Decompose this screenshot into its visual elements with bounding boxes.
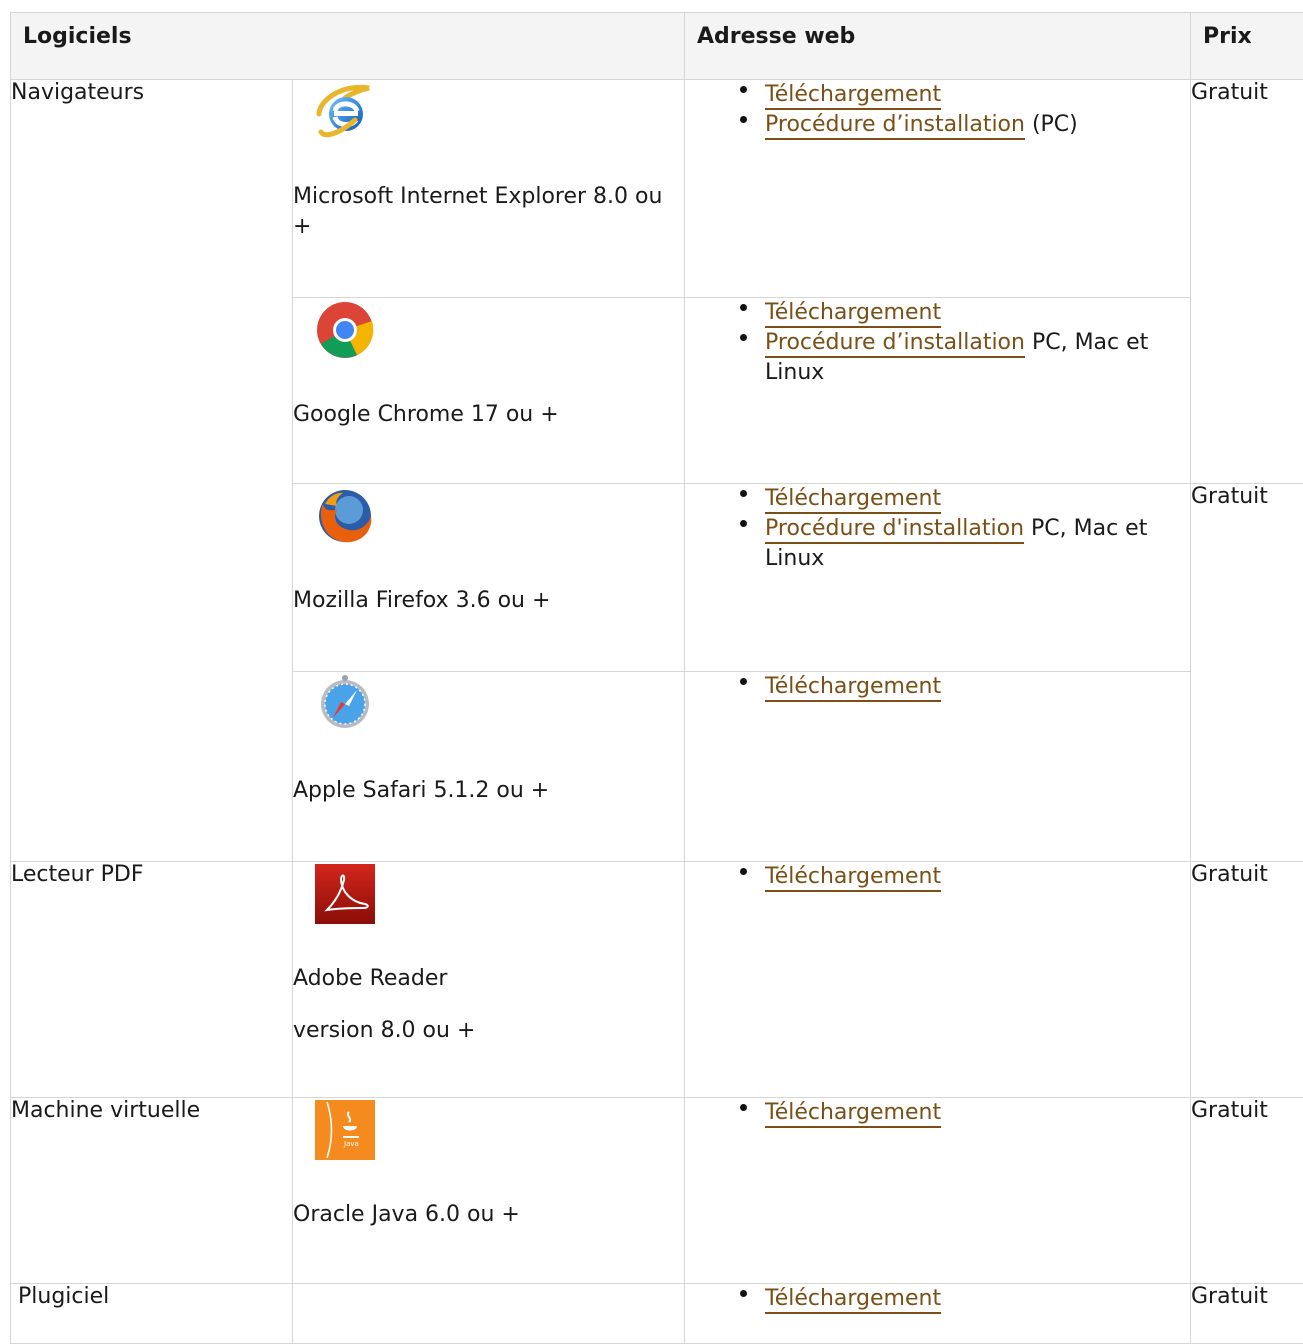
list-item: Téléchargement bbox=[685, 862, 1190, 892]
list-item: Procédure d'installation PC, Mac et Linu… bbox=[685, 514, 1190, 574]
links-cell-adobe: Téléchargement bbox=[685, 862, 1191, 1098]
list-item: Téléchargement bbox=[685, 80, 1190, 110]
list-item: Téléchargement bbox=[685, 298, 1190, 328]
software-cell-safari: Apple Safari 5.1.2 ou + bbox=[293, 672, 685, 862]
bullet-icon bbox=[740, 490, 747, 497]
links-cell-chrome: Téléchargement Procédure d’installation … bbox=[685, 298, 1191, 484]
links-cell-ie: Téléchargement Procédure d’installation … bbox=[685, 80, 1191, 298]
svg-text:Java: Java bbox=[343, 1140, 359, 1148]
download-link-ie[interactable]: Téléchargement bbox=[765, 82, 941, 110]
internet-explorer-icon bbox=[313, 80, 377, 144]
bullet-icon bbox=[740, 1104, 747, 1111]
table-row: Navigateurs Microsoft Internet Explorer … bbox=[11, 80, 1303, 298]
software-cell-java: Java Oracle Java 6.0 ou + bbox=[293, 1098, 685, 1284]
bullet-icon bbox=[740, 1290, 747, 1297]
table-row: Machine virtuelle Java Oracle Java 6.0 o… bbox=[11, 1098, 1303, 1284]
table-row: Plugiciel Téléchargement Gratuit bbox=[11, 1284, 1303, 1344]
bullet-icon bbox=[740, 116, 747, 123]
table-header-row: Logiciels Adresse web Prix bbox=[11, 13, 1303, 80]
header-software: Logiciels bbox=[11, 13, 685, 80]
bullet-icon bbox=[740, 304, 747, 311]
price-java: Gratuit bbox=[1191, 1098, 1303, 1284]
chrome-icon bbox=[313, 298, 377, 362]
links-list: Téléchargement Procédure d’installation … bbox=[685, 298, 1190, 388]
software-name: Oracle Java 6.0 ou + bbox=[293, 1200, 684, 1230]
adobe-reader-icon bbox=[313, 862, 377, 926]
software-name: Adobe Reader bbox=[293, 964, 684, 994]
list-item: Téléchargement bbox=[685, 1284, 1190, 1314]
bullet-icon bbox=[740, 678, 747, 685]
links-list: Téléchargement bbox=[685, 672, 1190, 702]
list-item: Procédure d’installation (PC) bbox=[685, 110, 1190, 140]
software-requirements: Logiciels Adresse web Prix Navigateurs M… bbox=[10, 12, 1303, 1344]
list-item: Téléchargement bbox=[685, 484, 1190, 514]
list-item: Téléchargement bbox=[685, 672, 1190, 702]
software-version: version 8.0 ou + bbox=[293, 1016, 684, 1046]
bullet-icon bbox=[740, 868, 747, 875]
price-adobe: Gratuit bbox=[1191, 862, 1303, 1098]
category-plugin: Plugiciel bbox=[11, 1284, 293, 1344]
bullet-icon bbox=[740, 520, 747, 527]
links-list: Téléchargement Procédure d’installation … bbox=[685, 80, 1190, 140]
software-name: Apple Safari 5.1.2 ou + bbox=[293, 776, 684, 806]
list-item: Téléchargement bbox=[685, 1098, 1190, 1128]
price-ie: Gratuit bbox=[1191, 80, 1303, 484]
links-list: Téléchargement bbox=[685, 1098, 1190, 1128]
download-link-java[interactable]: Téléchargement bbox=[765, 1100, 941, 1128]
software-table: Logiciels Adresse web Prix Navigateurs M… bbox=[10, 12, 1303, 1344]
software-name: Mozilla Firefox 3.6 ou + bbox=[293, 586, 684, 616]
safari-icon bbox=[313, 672, 377, 736]
software-cell-chrome: Google Chrome 17 ou + bbox=[293, 298, 685, 484]
links-cell-plugin: Téléchargement bbox=[685, 1284, 1191, 1344]
download-link-firefox[interactable]: Téléchargement bbox=[765, 486, 941, 514]
bullet-icon bbox=[740, 86, 747, 93]
links-cell-safari: Téléchargement bbox=[685, 672, 1191, 862]
software-cell-plugin bbox=[293, 1284, 685, 1344]
download-link-chrome[interactable]: Téléchargement bbox=[765, 300, 941, 328]
install-note: (PC) bbox=[1025, 112, 1078, 137]
links-cell-firefox: Téléchargement Procédure d'installation … bbox=[685, 484, 1191, 672]
download-link-adobe[interactable]: Téléchargement bbox=[765, 864, 941, 892]
list-item: Procédure d’installation PC, Mac et Linu… bbox=[685, 328, 1190, 388]
category-vm: Machine virtuelle bbox=[11, 1098, 293, 1284]
software-name: Google Chrome 17 ou + bbox=[293, 400, 684, 430]
install-link-chrome[interactable]: Procédure d’installation bbox=[765, 330, 1025, 358]
links-cell-java: Téléchargement bbox=[685, 1098, 1191, 1284]
download-link-plugin[interactable]: Téléchargement bbox=[765, 1286, 941, 1314]
install-link-firefox[interactable]: Procédure d'installation bbox=[765, 516, 1024, 544]
software-cell-ie: Microsoft Internet Explorer 8.0 ou + bbox=[293, 80, 685, 298]
price-plugin: Gratuit bbox=[1191, 1284, 1303, 1344]
software-cell-adobe: Adobe Reader version 8.0 ou + bbox=[293, 862, 685, 1098]
java-icon: Java bbox=[313, 1098, 377, 1162]
firefox-icon bbox=[313, 484, 377, 548]
category-browsers: Navigateurs bbox=[11, 80, 293, 862]
table-row: Lecteur PDF Adobe Reader version 8.0 ou … bbox=[11, 862, 1303, 1098]
category-pdf: Lecteur PDF bbox=[11, 862, 293, 1098]
install-link-ie[interactable]: Procédure d’installation bbox=[765, 112, 1025, 140]
price-firefox: Gratuit bbox=[1191, 484, 1303, 862]
links-list: Téléchargement bbox=[685, 1284, 1190, 1314]
download-link-safari[interactable]: Téléchargement bbox=[765, 674, 941, 702]
header-web: Adresse web bbox=[685, 13, 1191, 80]
software-name: Microsoft Internet Explorer 8.0 ou + bbox=[293, 182, 684, 242]
bullet-icon bbox=[740, 334, 747, 341]
software-cell-firefox: Mozilla Firefox 3.6 ou + bbox=[293, 484, 685, 672]
links-list: Téléchargement bbox=[685, 862, 1190, 892]
links-list: Téléchargement Procédure d'installation … bbox=[685, 484, 1190, 574]
header-price: Prix bbox=[1191, 13, 1303, 80]
